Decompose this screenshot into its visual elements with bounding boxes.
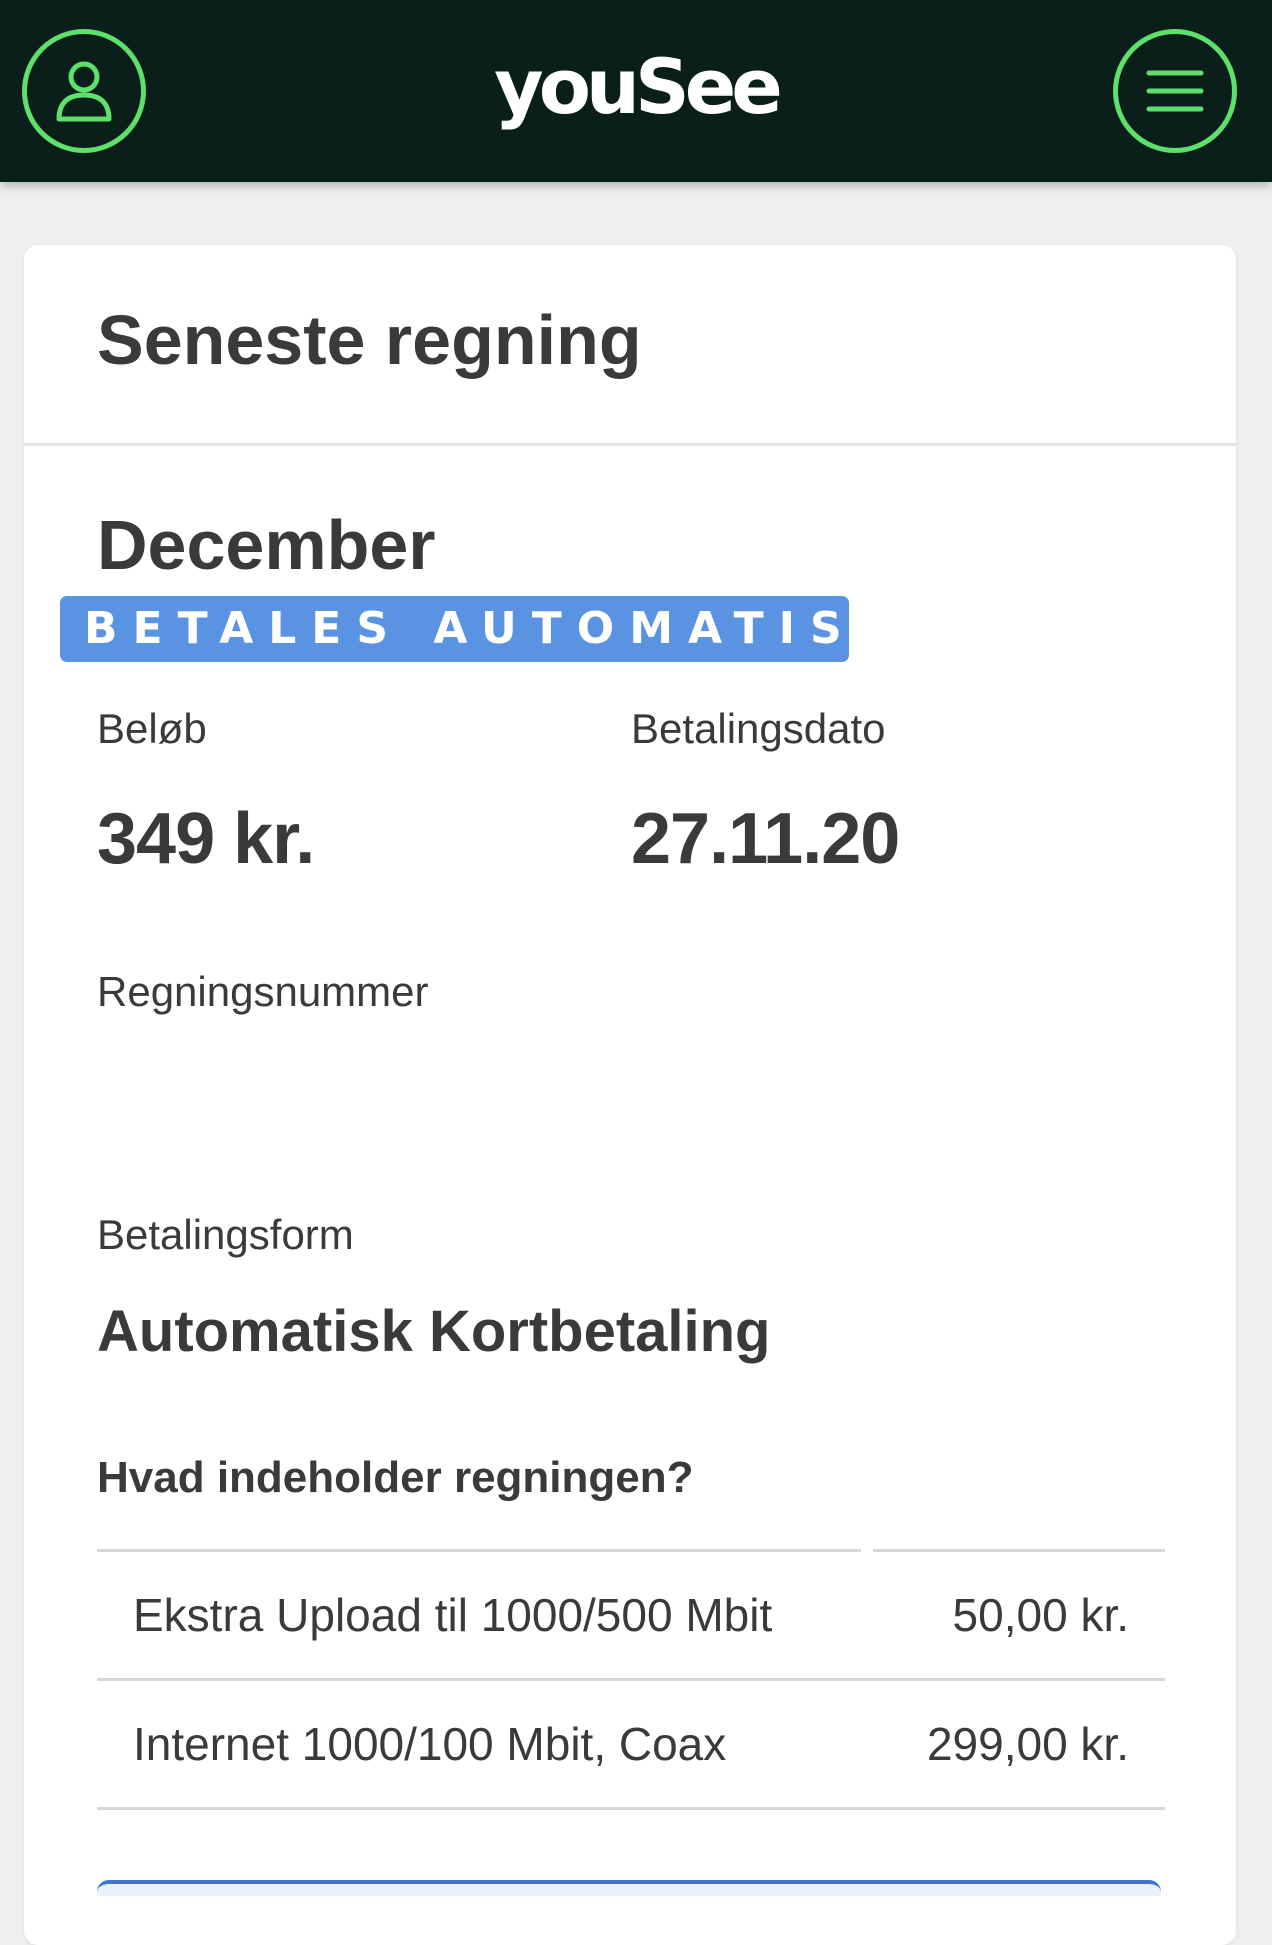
amount-label: Beløb bbox=[97, 705, 207, 752]
card-title: Seneste regning bbox=[97, 301, 642, 379]
table-row: Ekstra Upload til 1000/500 Mbit 50,00 kr… bbox=[97, 1552, 1165, 1681]
card-divider bbox=[24, 443, 1236, 446]
menu-button[interactable] bbox=[1113, 29, 1237, 153]
payment-method-value: Automatisk Kortbetaling bbox=[97, 1299, 771, 1364]
amount-value: 349 kr. bbox=[97, 799, 315, 879]
invoice-contents-heading: Hvad indeholder regningen? bbox=[97, 1453, 694, 1502]
top-navigation-bar: youSee bbox=[0, 0, 1272, 182]
line-item-amount: 50,00 kr. bbox=[952, 1589, 1129, 1641]
status-badge: BETALES AUTOMATISK bbox=[60, 596, 891, 662]
latest-invoice-card: Seneste regning December BETALES AUTOMAT… bbox=[24, 245, 1236, 1945]
payment-date-label: Betalingsdato bbox=[631, 705, 886, 752]
line-item-description: Ekstra Upload til 1000/500 Mbit bbox=[133, 1589, 773, 1641]
invoice-number-label: Regningsnummer bbox=[97, 968, 429, 1015]
line-item-description: Internet 1000/100 Mbit, Coax bbox=[133, 1718, 727, 1770]
table-row: Internet 1000/100 Mbit, Coax 299,00 kr. bbox=[97, 1681, 1165, 1810]
invoice-month: December bbox=[97, 506, 436, 584]
invoice-line-items: Ekstra Upload til 1000/500 Mbit 50,00 kr… bbox=[97, 1549, 1165, 1810]
payment-method-label: Betalingsform bbox=[97, 1211, 354, 1258]
yousee-logo[interactable]: youSee bbox=[0, 42, 1272, 132]
hamburger-menu-icon bbox=[1146, 70, 1204, 112]
payment-date-value: 27.11.20 bbox=[631, 799, 900, 879]
next-section-peek bbox=[97, 1880, 1161, 1896]
line-item-amount: 299,00 kr. bbox=[926, 1718, 1129, 1770]
